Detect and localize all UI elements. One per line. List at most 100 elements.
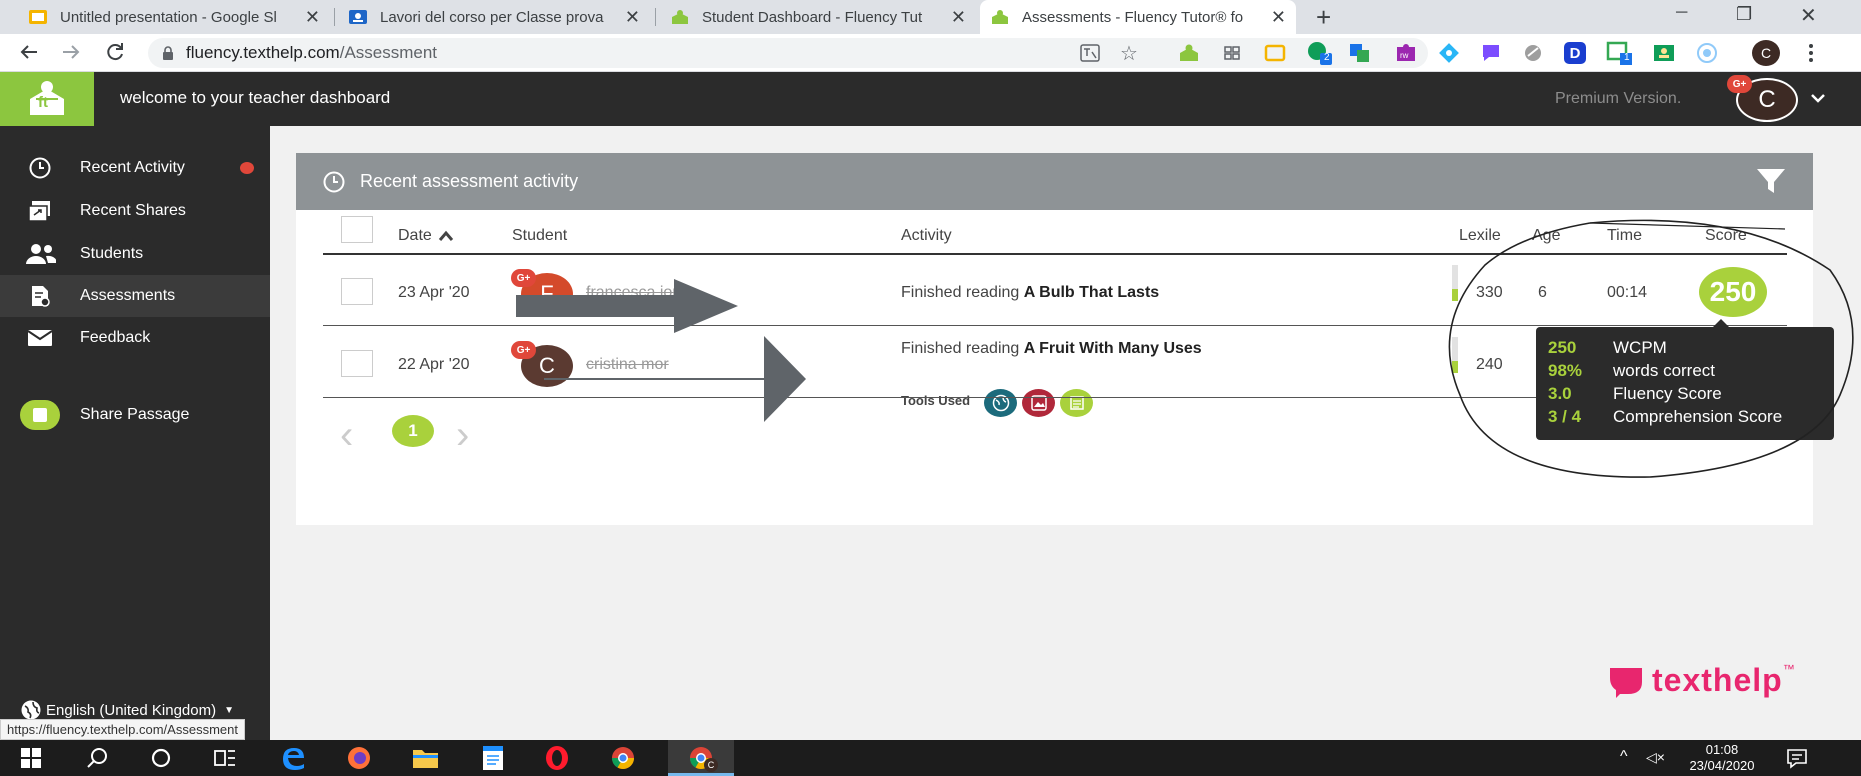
row-checkbox[interactable] (341, 278, 373, 305)
sidebar-item-recent-activity[interactable]: Recent Activity (0, 147, 270, 189)
chat-extension-icon[interactable] (1480, 42, 1502, 69)
picture-tool-icon[interactable] (1022, 389, 1055, 417)
windows-taskbar: C ^ ◁× 01:08 23/04/2020 (0, 740, 1861, 776)
browser-tab-classroom[interactable]: Lavori del corso per Classe prova ✕ (338, 0, 650, 34)
slides-icon (28, 9, 48, 25)
screen-extension-icon[interactable]: 1 (1606, 40, 1634, 71)
share-icon (24, 199, 56, 223)
minimize-button[interactable]: ─ (1676, 4, 1687, 22)
filter-icon[interactable] (1756, 167, 1786, 195)
sidebar-item-label: Feedback (80, 329, 151, 346)
grid-extension-icon[interactable] (1222, 43, 1242, 68)
lexile-bar-fill (1452, 361, 1458, 373)
chevron-down-icon[interactable] (1810, 91, 1826, 109)
system-tray-chevron[interactable]: ^ (1620, 748, 1628, 766)
logo-text: ft (38, 94, 48, 111)
diamond-extension-icon[interactable] (1438, 42, 1460, 69)
hangouts-extension-icon[interactable]: 2 (1306, 40, 1334, 71)
file-explorer-icon[interactable] (412, 745, 438, 771)
classroom-extension-icon[interactable] (1652, 42, 1676, 69)
sidebar-item-recent-shares[interactable]: Recent Shares (0, 190, 270, 232)
back-arrow-icon[interactable] (18, 41, 40, 68)
close-tab-icon[interactable]: ✕ (625, 7, 640, 28)
book-title[interactable]: A Fruit With Many Uses (1024, 340, 1202, 357)
column-header-score[interactable]: Score (1705, 227, 1747, 245)
prev-page-button[interactable]: ‹ (340, 415, 353, 455)
read-write-extension-icon[interactable]: rw (1394, 42, 1418, 69)
slides-extension-icon[interactable] (1264, 43, 1286, 68)
bookmark-star-icon[interactable]: ☆ (1120, 41, 1138, 66)
page-1-button[interactable]: 1 (392, 415, 434, 447)
column-header-age[interactable]: Age (1532, 227, 1560, 245)
fluency-tutor-logo[interactable]: ft (0, 72, 94, 126)
row-checkbox[interactable] (341, 350, 373, 377)
notifications-icon[interactable] (1784, 745, 1810, 771)
puzzle-extension-icon[interactable] (1348, 42, 1372, 69)
windows-start-icon[interactable] (18, 745, 44, 771)
volume-muted-icon[interactable]: ◁× (1646, 749, 1665, 766)
close-tab-icon[interactable]: ✕ (951, 7, 966, 28)
browser-tab-slides[interactable]: Untitled presentation - Google Sl ✕ (18, 0, 330, 34)
notepad-icon[interactable] (480, 745, 506, 771)
browser-tab-assessments[interactable]: Assessments - Fluency Tutor® fo ✕ (980, 0, 1296, 34)
tab-separator (334, 8, 335, 26)
translate-icon[interactable] (1080, 44, 1100, 67)
d-extension-icon[interactable]: D (1564, 42, 1586, 64)
header-divider (323, 253, 1787, 255)
lexile-bar-track (1452, 337, 1458, 361)
share-passage-button[interactable]: Share Passage (0, 394, 270, 436)
fluency-tutor-extension-icon[interactable] (1178, 43, 1200, 68)
column-header-lexile[interactable]: Lexile (1459, 227, 1501, 245)
opera-icon[interactable] (544, 745, 570, 771)
edge-icon[interactable] (280, 745, 306, 771)
sidebar-item-label: Students (80, 245, 144, 262)
profile-avatar[interactable]: C (1752, 40, 1780, 66)
row-lexile: 330 (1476, 284, 1503, 301)
kebab-menu-icon[interactable] (1806, 42, 1816, 69)
texthelp-logo[interactable]: texthelp ™ (1608, 662, 1795, 699)
snapshot-extension-icon[interactable] (1522, 42, 1544, 69)
lexile-bar-fill (1452, 289, 1458, 301)
book-title[interactable]: A Bulb That Lasts (1024, 284, 1159, 301)
texthelp-bird-icon (1608, 664, 1646, 698)
restore-button[interactable]: ❐ (1736, 4, 1752, 25)
cortana-icon[interactable] (148, 745, 174, 771)
forward-arrow-icon[interactable] (60, 41, 82, 68)
browser-tab-student-dashboard[interactable]: Student Dashboard - Fluency Tut ✕ (660, 0, 976, 34)
taskbar-clock[interactable]: 01:08 23/04/2020 (1682, 742, 1762, 774)
chrome-profile-taskbar-item[interactable]: C (668, 740, 734, 776)
sidebar-item-feedback[interactable]: Feedback (0, 317, 270, 359)
text-tool-icon[interactable] (1060, 389, 1093, 417)
fluency-tutor-icon (670, 9, 690, 25)
firefox-icon[interactable] (346, 745, 372, 771)
chrome-icon[interactable] (610, 745, 636, 771)
reload-icon[interactable] (104, 41, 126, 68)
tab-separator (655, 8, 656, 26)
sidebar-item-label: Recent Activity (80, 159, 185, 176)
record-extension-icon[interactable] (1696, 42, 1718, 69)
notification-dot (240, 162, 254, 174)
annotation-arrow (516, 279, 738, 333)
column-header-time[interactable]: Time (1607, 227, 1642, 245)
select-all-checkbox[interactable] (341, 216, 373, 243)
column-header-date[interactable]: Date (398, 227, 454, 245)
app-header: ft welcome to your teacher dashboard Pre… (0, 72, 1861, 126)
next-page-button[interactable]: › (456, 415, 469, 455)
sidebar-item-students[interactable]: Students (0, 233, 270, 275)
close-tab-icon[interactable]: ✕ (305, 7, 320, 28)
sidebar-item-assessments[interactable]: Assessments (0, 275, 270, 317)
status-url: https://fluency.texthelp.com/Assessment (0, 719, 245, 740)
new-tab-button[interactable]: + (1316, 2, 1331, 33)
share-passage-label: Share Passage (80, 406, 190, 423)
caret-down-icon: ▼ (224, 704, 234, 716)
score-badge[interactable]: 250 (1699, 267, 1767, 317)
close-window-button[interactable]: ✕ (1800, 3, 1817, 28)
column-header-activity[interactable]: Activity (901, 227, 952, 245)
language-selector[interactable]: English (United Kingdom) ▼ (20, 699, 234, 721)
task-view-icon[interactable] (212, 745, 238, 771)
close-tab-icon[interactable]: ✕ (1271, 7, 1286, 28)
globe-tool-icon[interactable] (984, 389, 1017, 417)
score-tooltip: 250 WCPM 98% words correct 3.0 Fluency Scor… (1536, 319, 1834, 440)
column-header-student[interactable]: Student (512, 227, 567, 245)
search-icon[interactable] (84, 745, 110, 771)
